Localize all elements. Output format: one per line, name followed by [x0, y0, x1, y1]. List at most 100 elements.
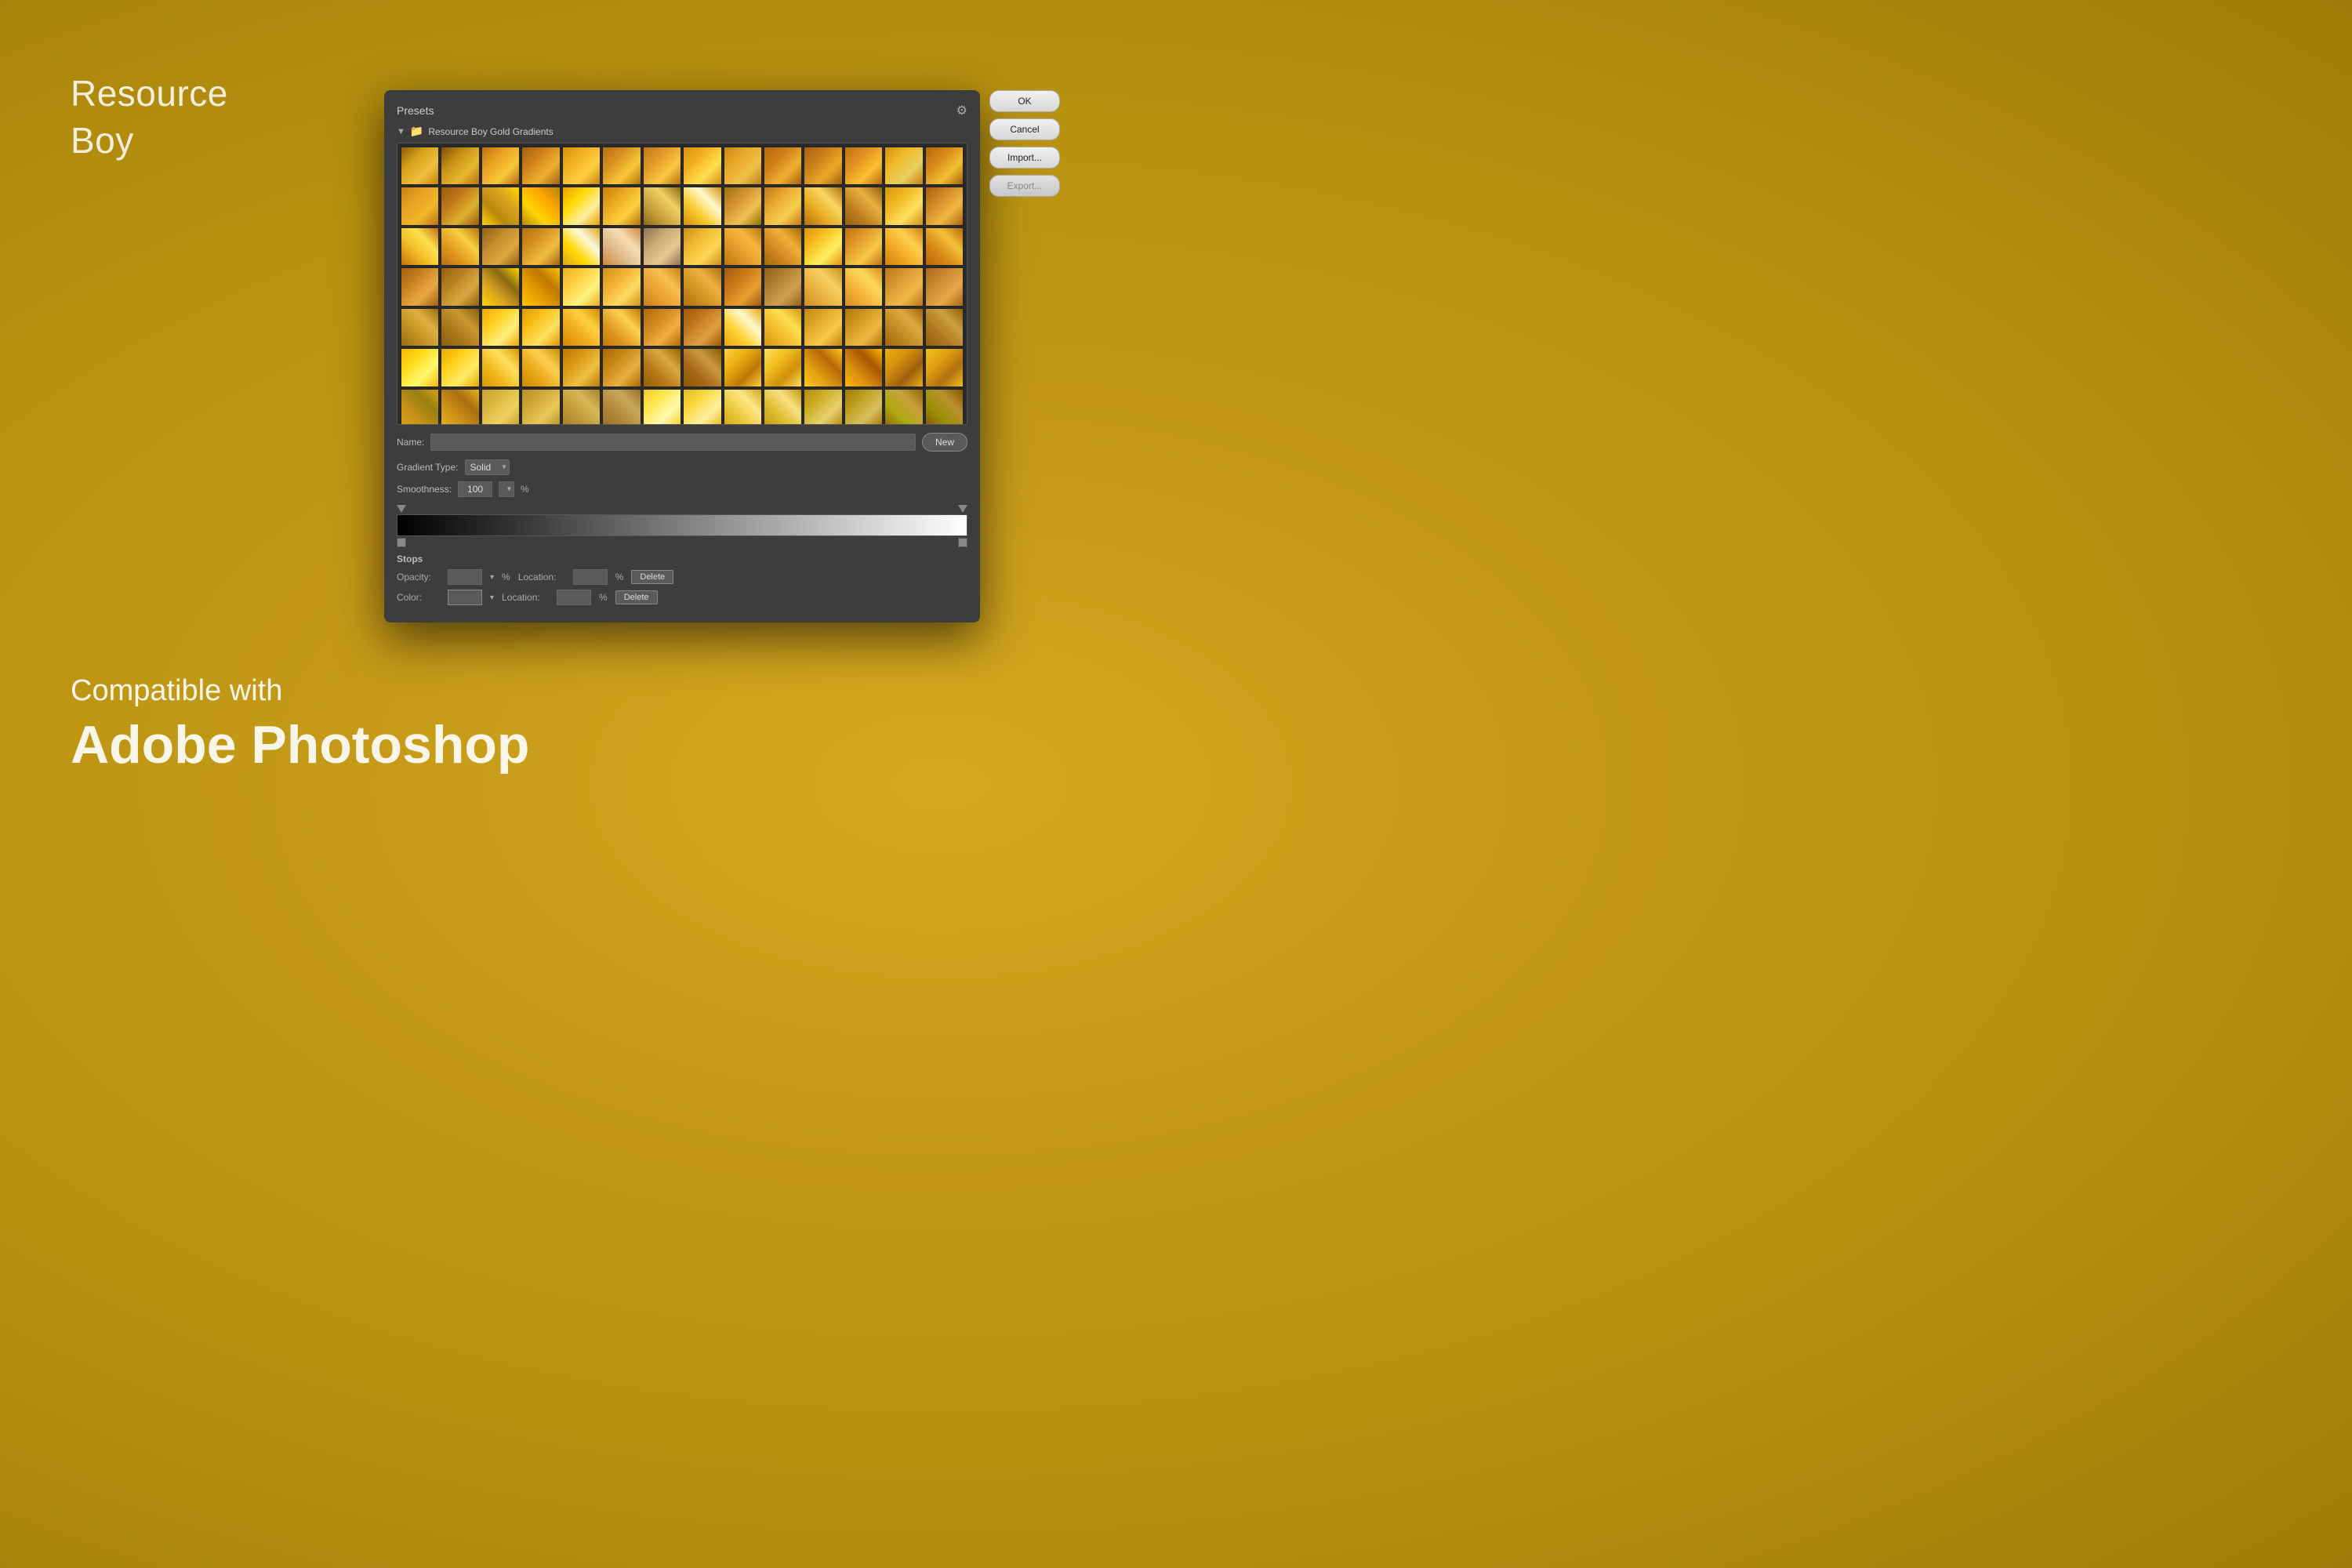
color-location-input[interactable] — [557, 590, 591, 605]
opacity-stop-right[interactable] — [958, 505, 967, 513]
gradient-swatch[interactable] — [804, 348, 842, 387]
gradient-swatch[interactable] — [844, 147, 883, 185]
gradient-swatch[interactable] — [925, 187, 964, 225]
opacity-delete-button[interactable]: Delete — [631, 570, 673, 584]
gradient-swatch[interactable] — [925, 308, 964, 347]
gradient-swatch[interactable] — [602, 187, 641, 225]
gradient-swatch[interactable] — [683, 187, 721, 225]
gradient-swatch[interactable] — [401, 267, 439, 306]
color-stepper-icon[interactable]: ▾ — [490, 593, 494, 602]
gradient-swatch[interactable] — [401, 308, 439, 347]
gradient-swatch[interactable] — [562, 187, 601, 225]
gradient-swatch[interactable] — [643, 147, 681, 185]
gradient-swatch[interactable] — [521, 389, 560, 425]
gradient-swatch[interactable] — [401, 227, 439, 266]
opacity-stepper-icon[interactable]: ▾ — [490, 573, 494, 582]
opacity-stop-left[interactable] — [397, 505, 406, 513]
gradient-swatch[interactable] — [562, 147, 601, 185]
gradient-swatch[interactable] — [401, 348, 439, 387]
gradient-swatch[interactable] — [643, 267, 681, 306]
gradient-swatch[interactable] — [804, 267, 842, 306]
gradient-swatch[interactable] — [401, 147, 439, 185]
gradient-swatch[interactable] — [844, 389, 883, 425]
gradient-swatch[interactable] — [683, 227, 721, 266]
gradient-swatch[interactable] — [884, 389, 923, 425]
gradient-swatch[interactable] — [521, 147, 560, 185]
gradient-swatch[interactable] — [804, 227, 842, 266]
gradient-swatch[interactable] — [683, 308, 721, 347]
gradient-swatch[interactable] — [643, 308, 681, 347]
gradient-swatch[interactable] — [724, 308, 762, 347]
gradient-swatch[interactable] — [643, 227, 681, 266]
gradient-swatch[interactable] — [764, 147, 802, 185]
gradient-swatch[interactable] — [562, 348, 601, 387]
gradient-swatch[interactable] — [521, 267, 560, 306]
gradient-swatch[interactable] — [884, 227, 923, 266]
gradient-swatch[interactable] — [602, 389, 641, 425]
gradient-swatch[interactable] — [884, 267, 923, 306]
gradient-swatch[interactable] — [562, 308, 601, 347]
smoothness-input[interactable] — [458, 481, 492, 497]
gradient-swatch[interactable] — [844, 187, 883, 225]
gradient-swatch[interactable] — [481, 389, 520, 425]
smoothness-stepper[interactable] — [499, 481, 514, 497]
new-button[interactable]: New — [922, 433, 967, 452]
gradient-swatch[interactable] — [521, 308, 560, 347]
gradient-swatch[interactable] — [925, 389, 964, 425]
name-input[interactable] — [430, 434, 916, 451]
gradient-swatch[interactable] — [764, 187, 802, 225]
gradient-swatch[interactable] — [401, 187, 439, 225]
gradient-swatch[interactable] — [441, 187, 479, 225]
gradient-swatch[interactable] — [602, 267, 641, 306]
gradient-swatch[interactable] — [481, 308, 520, 347]
gradient-swatch[interactable] — [724, 348, 762, 387]
gradient-swatch[interactable] — [481, 227, 520, 266]
gradient-swatch[interactable] — [925, 227, 964, 266]
gradient-swatch[interactable] — [925, 348, 964, 387]
gradient-swatch[interactable] — [804, 308, 842, 347]
gradient-swatch[interactable] — [724, 267, 762, 306]
gradient-swatch[interactable] — [562, 389, 601, 425]
gradient-swatch[interactable] — [643, 187, 681, 225]
gradient-type-select[interactable]: Solid Noise — [465, 459, 510, 475]
opacity-value-input[interactable] — [448, 569, 482, 585]
gradient-swatch[interactable] — [441, 227, 479, 266]
gradient-swatch[interactable] — [602, 227, 641, 266]
gradient-swatch[interactable] — [884, 348, 923, 387]
gradient-swatch[interactable] — [602, 308, 641, 347]
export-button[interactable]: Export... — [989, 175, 1060, 197]
gradient-swatch[interactable] — [683, 147, 721, 185]
gradient-swatch[interactable] — [844, 348, 883, 387]
gradient-swatch[interactable] — [804, 147, 842, 185]
gradient-swatch[interactable] — [804, 187, 842, 225]
gradient-swatch[interactable] — [764, 389, 802, 425]
color-stop-right[interactable] — [958, 538, 967, 547]
gradient-swatch[interactable] — [764, 267, 802, 306]
gradient-swatch[interactable] — [925, 267, 964, 306]
gradient-swatch[interactable] — [481, 187, 520, 225]
gradient-swatch[interactable] — [804, 389, 842, 425]
gradient-swatch[interactable] — [764, 227, 802, 266]
gradient-swatch[interactable] — [441, 348, 479, 387]
gradient-swatch[interactable] — [764, 308, 802, 347]
color-stop-left[interactable] — [397, 538, 406, 547]
gradient-swatch[interactable] — [844, 267, 883, 306]
gradient-swatch[interactable] — [481, 147, 520, 185]
gradient-swatch[interactable] — [441, 308, 479, 347]
cancel-button[interactable]: Cancel — [989, 118, 1060, 140]
gradient-swatch[interactable] — [562, 227, 601, 266]
gradient-swatch[interactable] — [602, 147, 641, 185]
gradient-swatch[interactable] — [844, 308, 883, 347]
gradient-swatch[interactable] — [683, 389, 721, 425]
gradient-swatch[interactable] — [401, 389, 439, 425]
gear-icon[interactable]: ⚙ — [956, 103, 967, 118]
gradient-swatch[interactable] — [562, 267, 601, 306]
gradient-grid-wrapper[interactable] — [397, 143, 967, 425]
gradient-swatch[interactable] — [724, 147, 762, 185]
gradient-swatch[interactable] — [441, 389, 479, 425]
color-delete-button[interactable]: Delete — [615, 590, 658, 604]
gradient-swatch[interactable] — [724, 187, 762, 225]
gradient-swatch[interactable] — [481, 267, 520, 306]
opacity-location-input[interactable] — [573, 569, 608, 585]
gradient-swatch[interactable] — [724, 227, 762, 266]
